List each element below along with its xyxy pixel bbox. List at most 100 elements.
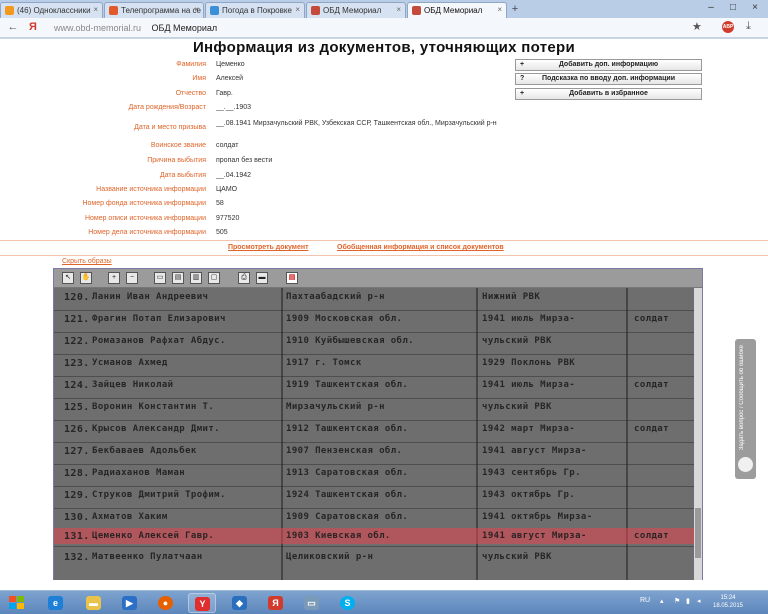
browser-tab-active[interactable]: ОБД Мемориал × xyxy=(407,2,507,18)
actual-size-icon[interactable]: ▢ xyxy=(208,272,220,284)
yandex-icon[interactable]: Я xyxy=(26,21,40,33)
taskbar-yandex-browser[interactable]: Y xyxy=(188,593,216,613)
hand-pan-icon[interactable]: ✋ xyxy=(80,272,92,284)
address-bar: ← Я www.obd-memorial.ru ОБД Мемориал ★ A… xyxy=(0,18,768,38)
scan-row-name: Ланин Иван Андреевич xyxy=(92,292,209,302)
document-scan-image[interactable]: 120. 121. 122. 123. 124. 125. 126. 127. … xyxy=(54,288,694,580)
tv-icon xyxy=(109,6,118,15)
yandex-browser-icon: Y xyxy=(195,597,210,611)
scan-row-name: Крысов Александр Дмит. xyxy=(92,424,221,434)
close-icon[interactable]: × xyxy=(497,5,502,14)
clock[interactable]: 15:24 18.05.2015 xyxy=(708,594,748,610)
scan-row-name: Фрагин Потап Елизарович xyxy=(92,314,226,324)
scan-row-conscription: 1929 Поклонь РВК xyxy=(482,358,576,368)
taskbar-ie[interactable]: e xyxy=(42,593,70,613)
browser-tab[interactable]: (46) Одноклассники × xyxy=(0,2,103,18)
scan-row-name: Воронин Константин Т. xyxy=(92,402,215,412)
scan-row-conscription: чульский РВК xyxy=(482,336,552,346)
volume-icon[interactable]: ◂ xyxy=(697,597,701,605)
network-icon[interactable]: ▮ xyxy=(686,597,690,605)
field-label: Фамилия xyxy=(176,61,206,68)
hide-images-link[interactable]: Скрыть образы xyxy=(62,258,112,265)
language-indicator[interactable]: RU xyxy=(640,597,650,604)
taskbar-app-2[interactable]: ▭ xyxy=(298,593,326,613)
close-icon[interactable]: × xyxy=(194,5,199,14)
scan-row-name: Матвеенко Пулатчаан xyxy=(92,552,203,562)
scan-row-rank: солдат xyxy=(634,424,669,434)
fit-height-icon[interactable]: ▥ xyxy=(190,272,202,284)
general-info-link[interactable]: Обобщенная информация и список документо… xyxy=(337,244,504,251)
new-tab-button[interactable]: + xyxy=(506,3,524,17)
select-arrow-icon[interactable]: ↖ xyxy=(62,272,74,284)
back-arrow-icon[interactable]: ← xyxy=(6,21,20,33)
scan-row-origin: Мирзачульский р-н xyxy=(286,402,385,412)
url-field[interactable]: www.obd-memorial.ru ОБД Мемориал xyxy=(54,20,714,36)
maximize-button[interactable]: □ xyxy=(722,0,744,16)
field-value: 505 xyxy=(216,229,228,236)
browser-tab[interactable]: Телепрограмма на се × xyxy=(104,2,204,18)
scan-row-name: Бекбаваев Адольбек xyxy=(92,446,197,456)
close-icon[interactable]: × xyxy=(295,5,300,14)
add-info-button[interactable]: + Добавить доп. информацию xyxy=(515,59,702,71)
minimize-button[interactable]: – xyxy=(700,0,722,16)
skype-icon: S xyxy=(340,596,355,610)
viewer-scrollbar[interactable] xyxy=(694,288,702,580)
taskbar-firefox[interactable]: ● xyxy=(152,593,180,613)
flag-icon[interactable]: ⚑ xyxy=(674,597,680,605)
windows-start-icon[interactable] xyxy=(5,593,29,613)
taskbar-yandex[interactable]: Я xyxy=(262,593,290,613)
scan-row-name: Цеменко Алексей Гавр. xyxy=(92,531,215,541)
scan-row-origin: 1912 Ташкентская обл. xyxy=(286,424,409,434)
scrollbar-thumb[interactable] xyxy=(695,508,701,558)
scan-row-line xyxy=(54,376,694,377)
zoom-out-icon[interactable]: − xyxy=(126,272,138,284)
folder-icon: ▬ xyxy=(86,596,101,610)
feedback-side-tab[interactable]: Задать вопрос / Сообщить об ошибке xyxy=(735,339,756,479)
clock-date: 18.05.2015 xyxy=(712,603,744,609)
tray-arrow-icon[interactable]: ▴ xyxy=(660,597,664,605)
close-icon[interactable]: × xyxy=(93,5,98,14)
taskbar-media[interactable]: ▶ xyxy=(116,593,144,613)
close-icon[interactable]: × xyxy=(396,5,401,14)
document-links-bar: Просмотреть документ Обобщенная информац… xyxy=(0,240,768,256)
pdf-icon[interactable]: ▤ xyxy=(286,272,298,284)
taskbar-app[interactable]: ◆ xyxy=(226,593,254,613)
star-icon[interactable]: ★ xyxy=(692,20,702,33)
url-host: www.obd-memorial.ru xyxy=(54,23,142,33)
tab-label: Погода в Покровке xyxy=(222,6,292,15)
download-icon[interactable]: ⤓ xyxy=(746,20,751,33)
add-to-favorites-button[interactable]: + Добавить в избранное xyxy=(515,88,702,100)
close-window-button[interactable]: × xyxy=(744,0,766,16)
scan-row-rank: солдат xyxy=(634,531,669,541)
scan-row-conscription: 1941 июль Мирза- xyxy=(482,380,576,390)
scan-row-line xyxy=(54,332,694,333)
fit-width-icon[interactable]: ▤ xyxy=(172,272,184,284)
scan-row-origin: 1913 Саратовская обл. xyxy=(286,468,409,478)
firefox-icon: ● xyxy=(158,596,173,610)
browser-tab[interactable]: ОБД Мемориал × xyxy=(306,2,406,18)
button-label: Добавить доп. информацию xyxy=(558,61,659,68)
page-content: Информация из документов, уточняющих пот… xyxy=(0,39,768,590)
scan-row-line xyxy=(54,464,694,465)
adblock-icon[interactable]: ABP xyxy=(722,21,734,33)
taskbar-skype[interactable]: S xyxy=(334,593,362,613)
save-image-icon[interactable]: ▬ xyxy=(256,272,268,284)
input-hint-button[interactable]: ? Подсказка по вводу доп. информации xyxy=(515,73,702,85)
browser-tab[interactable]: Погода в Покровке × xyxy=(205,2,305,18)
scan-row-number: 131. xyxy=(64,531,90,542)
taskbar-explorer[interactable]: ▬ xyxy=(80,593,108,613)
print-icon[interactable]: ⎙ xyxy=(238,272,250,284)
view-document-link[interactable]: Просмотреть документ xyxy=(228,244,309,251)
odnoklassniki-icon xyxy=(5,6,14,15)
feedback-icon xyxy=(738,457,753,472)
yandex-icon: Я xyxy=(268,596,283,610)
zoom-in-icon[interactable]: + xyxy=(108,272,120,284)
clock-time: 15:24 xyxy=(720,595,736,601)
scan-row-line xyxy=(54,354,694,355)
button-label: Добавить в избранное xyxy=(569,90,648,97)
question-icon: ? xyxy=(520,75,525,82)
field-value: __.04.1942 xyxy=(216,172,252,179)
fit-page-icon[interactable]: ▭ xyxy=(154,272,166,284)
field-value: __.08.1941 Мирзачульский РВК, Узбекская … xyxy=(216,120,497,127)
field-value: Алексей xyxy=(216,75,244,82)
